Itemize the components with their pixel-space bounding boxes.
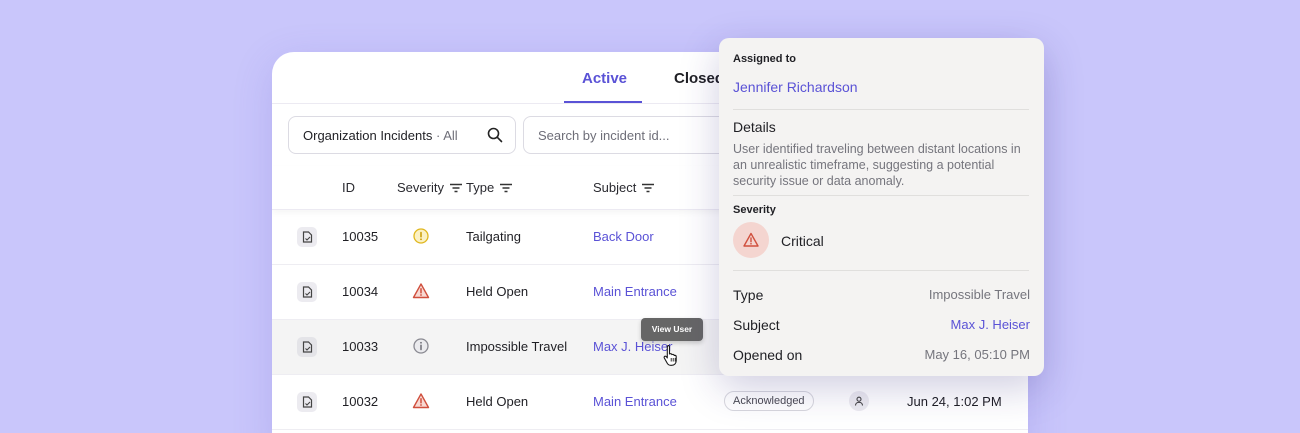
view-user-tooltip: View User <box>641 318 703 341</box>
filter-icon[interactable] <box>642 183 655 193</box>
search-icon[interactable] <box>487 127 503 143</box>
incident-details-panel: Assigned to Jennifer Richardson Details … <box>719 38 1044 376</box>
incident-id: 10034 <box>342 284 379 299</box>
opened-on-label: Opened on <box>733 347 803 363</box>
column-severity[interactable]: Severity <box>397 180 462 195</box>
table-row[interactable]: 10032 Held Open Main Entrance Acknowledg… <box>272 375 1028 430</box>
column-id: ID <box>342 180 355 195</box>
subject-link[interactable]: Back Door <box>593 229 654 244</box>
subject-link[interactable]: Main Entrance <box>593 284 677 299</box>
tab-closed[interactable]: Closed <box>674 70 724 87</box>
critical-severity-icon <box>412 393 430 409</box>
divider <box>733 270 1029 271</box>
subject-label: Subject <box>733 317 780 333</box>
info-severity-icon <box>413 338 429 354</box>
document-icon[interactable] <box>297 227 317 247</box>
warning-severity-icon <box>413 228 429 244</box>
details-heading: Details <box>733 119 776 135</box>
scope-value: · All <box>432 128 458 143</box>
incident-type: Tailgating <box>466 229 521 244</box>
type-label: Type <box>733 287 764 303</box>
incident-type: Impossible Travel <box>466 339 568 354</box>
filter-icon[interactable] <box>449 183 462 193</box>
divider <box>733 109 1029 110</box>
column-subject[interactable]: Subject <box>593 180 655 195</box>
user-icon[interactable] <box>849 391 869 411</box>
document-icon[interactable] <box>297 337 317 357</box>
document-icon[interactable] <box>297 392 317 412</box>
document-icon[interactable] <box>297 282 317 302</box>
severity-value: Critical <box>781 233 824 249</box>
incident-id: 10035 <box>342 229 379 244</box>
opened-on-value: May 16, 05:10 PM <box>924 347 1031 362</box>
tab-active[interactable]: Active <box>582 70 627 87</box>
assigned-to-label: Assigned to <box>733 53 796 65</box>
scope-label: Organization Incidents <box>303 128 433 143</box>
incident-id: 10032 <box>342 394 379 409</box>
subject-link[interactable]: Max J. Heiser <box>593 339 672 354</box>
subject-link[interactable]: Main Entrance <box>593 394 677 409</box>
type-value: Impossible Travel <box>928 287 1030 302</box>
severity-label: Severity <box>733 204 776 216</box>
critical-severity-icon <box>733 222 769 258</box>
incident-scope-select[interactable]: Organization Incidents · All <box>288 116 516 154</box>
status-badge: Acknowledged <box>724 391 814 411</box>
critical-severity-icon <box>412 283 430 299</box>
assignee-link[interactable]: Jennifer Richardson <box>733 79 858 95</box>
opened-date: Jun 24, 1:02 PM <box>907 394 1002 409</box>
divider <box>733 195 1029 196</box>
incident-type: Held Open <box>466 394 529 409</box>
filter-icon[interactable] <box>500 183 513 193</box>
active-tab-indicator <box>564 101 642 103</box>
incident-type: Held Open <box>466 284 529 299</box>
column-type[interactable]: Type <box>466 180 513 195</box>
details-description: User identified traveling between distan… <box>733 142 1021 188</box>
pointer-cursor-icon <box>663 344 677 366</box>
subject-value-link[interactable]: Max J. Heiser <box>951 317 1030 332</box>
incident-id: 10033 <box>342 339 379 354</box>
